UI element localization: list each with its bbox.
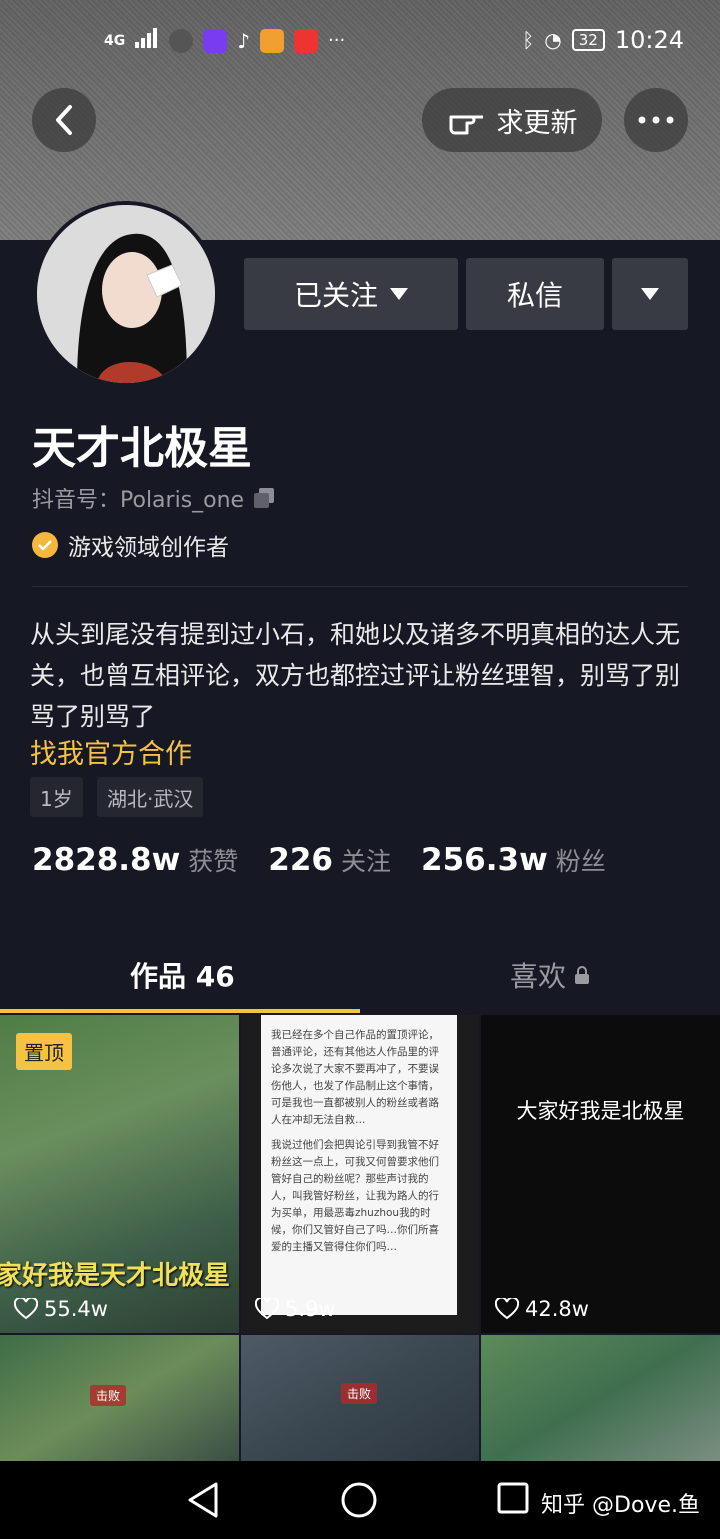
video-thumbnail[interactable]: 大家好我是北极星 42.8w	[481, 1015, 720, 1333]
tab-likes-label: 喜欢	[510, 960, 567, 993]
douyin-id: 抖音号：Polaris_one	[32, 488, 245, 513]
circle-home-icon	[341, 1482, 377, 1518]
signal-icon	[135, 28, 159, 53]
following-label: 已关注	[293, 279, 378, 312]
followers-stat[interactable]: 256.3w 粉丝	[421, 842, 606, 878]
speed-icon: ◔	[544, 28, 562, 52]
more-dots-icon	[638, 116, 674, 124]
pinned-badge: 置顶	[16, 1033, 72, 1070]
profile-name: 天才北极星	[32, 423, 252, 474]
app-notification-icon	[294, 28, 318, 53]
back-button[interactable]	[32, 88, 96, 152]
screenshot-paragraph: 我已经在多个自己作品的置顶评论，普通评论，还有其他达人作品里的评论多次说了大家不…	[271, 1029, 439, 1126]
video-likes: 42.8w	[495, 1297, 589, 1321]
avatar[interactable]	[33, 201, 219, 387]
stat-label: 获赞	[188, 847, 239, 876]
heart-icon	[495, 1298, 519, 1320]
app-notification-icon	[169, 28, 194, 53]
copy-icon[interactable]	[252, 486, 276, 510]
video-title-text: 大家好我是北极星	[516, 1099, 685, 1123]
bio: 从头到尾没有提到过小石，和她以及诸多不明真相的达人无关，也曾互相评论，双方也都控…	[30, 620, 681, 731]
douyin-id-row: 抖音号：Polaris_one	[32, 482, 276, 514]
video-thumbnail[interactable]: 置顶 家好我是天才北极星 55.4w	[0, 1015, 239, 1333]
nav-recents-button[interactable]	[496, 1481, 530, 1519]
creator-badge-row[interactable]: 游戏领域创作者	[32, 528, 229, 562]
message-button[interactable]: 私信	[466, 258, 604, 330]
video-thumbnail[interactable]: 击败	[0, 1335, 239, 1461]
text-screenshot: 我已经在多个自己作品的置顶评论，普通评论，还有其他达人作品里的评论多次说了大家不…	[261, 1015, 457, 1315]
network-indicator: 4G	[104, 32, 126, 49]
heart-icon	[14, 1298, 38, 1320]
verified-check-icon	[32, 532, 58, 558]
pointing-hand-icon	[449, 115, 483, 135]
stat-value: 226	[268, 842, 333, 878]
nav-home-button[interactable]	[340, 1481, 378, 1523]
watermark: 知乎 @Dove.鱼	[541, 1493, 700, 1518]
active-tab-indicator	[0, 1009, 360, 1013]
stat-label: 关注	[341, 847, 392, 876]
triangle-back-icon	[188, 1482, 218, 1518]
likes-count: 42.8w	[525, 1297, 589, 1321]
lock-icon	[575, 966, 590, 984]
chevron-left-icon	[56, 105, 72, 135]
app-notification-icon	[260, 28, 284, 53]
more-notifications-icon: ···	[328, 30, 346, 51]
likes-received-stat[interactable]: 2828.8w 获赞	[32, 842, 238, 878]
system-nav-bar: 知乎 @Dove.鱼	[0, 1461, 720, 1539]
creator-badge-label: 游戏领域创作者	[68, 535, 229, 561]
bluetooth-icon: ᛒ	[522, 28, 535, 52]
caret-down-icon	[390, 288, 408, 300]
stat-value: 256.3w	[421, 842, 548, 878]
square-recents-icon	[497, 1482, 529, 1514]
status-bar: 4G ♪ ··· ᛒ ◔ 32 10:24	[0, 0, 720, 80]
recommend-dropdown-button[interactable]	[612, 258, 688, 330]
request-update-label: 求更新	[496, 107, 578, 139]
message-label: 私信	[506, 279, 563, 312]
video-likes: 55.4w	[14, 1297, 108, 1321]
age-tag: 1岁	[30, 777, 83, 817]
video-thumbnail[interactable]: 我已经在多个自己作品的置顶评论，普通评论，还有其他达人作品里的评论多次说了大家不…	[241, 1015, 479, 1333]
divider	[32, 586, 688, 587]
tiktok-icon: ♪	[237, 28, 250, 53]
game-hud-text: 击败	[90, 1385, 127, 1406]
app-notification-icon	[203, 28, 228, 53]
tab-works[interactable]: 作品 46	[130, 955, 235, 995]
video-thumbnail[interactable]: 击败	[241, 1335, 479, 1461]
official-collab-link[interactable]: 找我官方合作	[30, 732, 192, 771]
video-caption-overlay: 家好我是天才北极星	[0, 1261, 231, 1291]
request-update-button[interactable]: 求更新	[422, 88, 602, 152]
tab-likes[interactable]: 喜欢	[510, 955, 590, 995]
stat-label: 粉丝	[555, 847, 606, 876]
following-button[interactable]: 已关注	[244, 258, 458, 330]
video-thumbnail[interactable]	[481, 1335, 720, 1461]
location-tag: 湖北·武汉	[97, 777, 204, 817]
game-hud-text: 击败	[341, 1383, 378, 1404]
stats-row: 2828.8w 获赞 226 关注 256.3w 粉丝	[32, 842, 606, 878]
stat-value: 2828.8w	[32, 842, 181, 878]
video-likes: 5.9w	[255, 1297, 336, 1321]
likes-count: 55.4w	[44, 1297, 108, 1321]
nav-back-button[interactable]	[186, 1481, 220, 1523]
caret-down-icon	[641, 288, 659, 300]
following-stat[interactable]: 226 关注	[268, 842, 391, 878]
more-options-button[interactable]	[624, 88, 688, 152]
screenshot-paragraph: 我说过他们会把舆论引导到我管不好粉丝这一点上，可我又何曾要求他们管好自己的粉丝呢…	[271, 1139, 439, 1253]
likes-count: 5.9w	[285, 1297, 336, 1321]
heart-icon	[255, 1298, 279, 1320]
clock: 10:24	[614, 26, 684, 54]
battery-indicator: 32	[571, 29, 605, 51]
